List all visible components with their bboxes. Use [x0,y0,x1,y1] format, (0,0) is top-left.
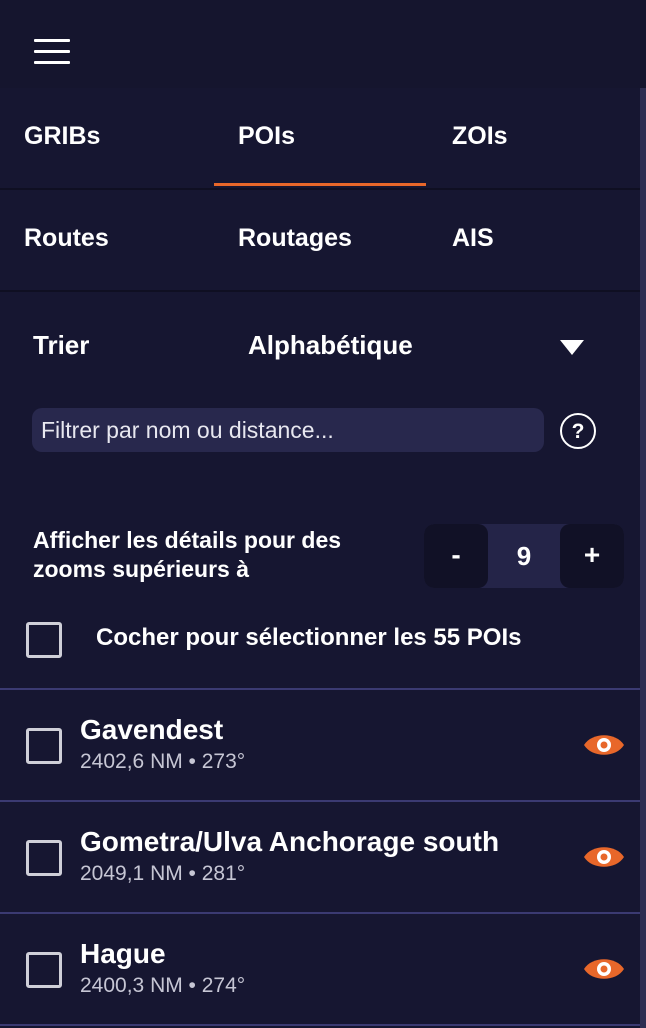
poi-list-item: Hague 2400,3 NM • 274° [0,914,640,1024]
zoom-value: 9 [516,541,532,571]
tab-label: AIS [452,224,494,252]
poi-list-item: Gavendest 2402,6 NM • 273° [0,690,640,800]
tab-label: Routes [24,224,109,252]
eye-icon[interactable] [582,843,626,871]
select-all-label: Cocher pour sélectionner les 55 POIs [96,624,522,651]
zoom-threshold-label: Afficher les détails pour des zooms supé… [33,527,342,582]
tab-label: POIs [238,122,295,150]
side-panel: GRIBs POIs ZOIs Routes Routages AIS Trie… [0,88,640,1028]
poi-distance-bearing: 2400,3 NM • 274° [80,974,246,997]
tab-label: Routages [238,224,352,252]
poi-name: Gavendest [80,714,224,745]
poi-list-item: Gometra/Ulva Anchorage south 2049,1 NM •… [0,802,640,912]
tab-zois[interactable]: ZOIs [428,88,640,188]
tab-row-2: Routes Routages AIS [0,190,640,292]
poi-checkbox[interactable] [26,728,62,764]
tab-gribs[interactable]: GRIBs [0,88,213,188]
sort-select[interactable]: Alphabétique [248,330,413,361]
triangle-down-icon[interactable] [560,340,584,355]
filter-input[interactable] [32,408,544,452]
sort-label: Trier [33,330,90,360]
tab-label: GRIBs [24,122,101,150]
hamburger-menu-icon[interactable] [34,39,70,65]
poi-distance-bearing: 2049,1 NM • 281° [80,862,246,885]
top-bar [0,0,646,88]
tab-row-1: GRIBs POIs ZOIs [0,88,640,190]
poi-distance-bearing: 2402,6 NM • 273° [80,750,246,773]
divider [0,1024,640,1026]
select-all-checkbox[interactable] [26,622,62,658]
zoom-increment-button[interactable]: + [560,524,624,588]
map-edge [640,88,646,1028]
eye-icon[interactable] [582,955,626,983]
zoom-decrement-button[interactable]: - [424,524,488,588]
poi-name: Gometra/Ulva Anchorage south [80,826,500,857]
eye-icon[interactable] [582,731,626,759]
help-button[interactable]: ? [560,413,596,449]
tab-ais[interactable]: AIS [428,190,640,290]
tab-routes[interactable]: Routes [0,190,213,290]
poi-checkbox[interactable] [26,952,62,988]
tab-routages[interactable]: Routages [214,190,427,290]
zoom-stepper: - 9 + [424,524,624,588]
poi-checkbox[interactable] [26,840,62,876]
active-tab-indicator [214,183,426,186]
tab-pois[interactable]: POIs [214,88,427,188]
poi-name: Hague [80,938,166,969]
tab-label: ZOIs [452,122,508,150]
